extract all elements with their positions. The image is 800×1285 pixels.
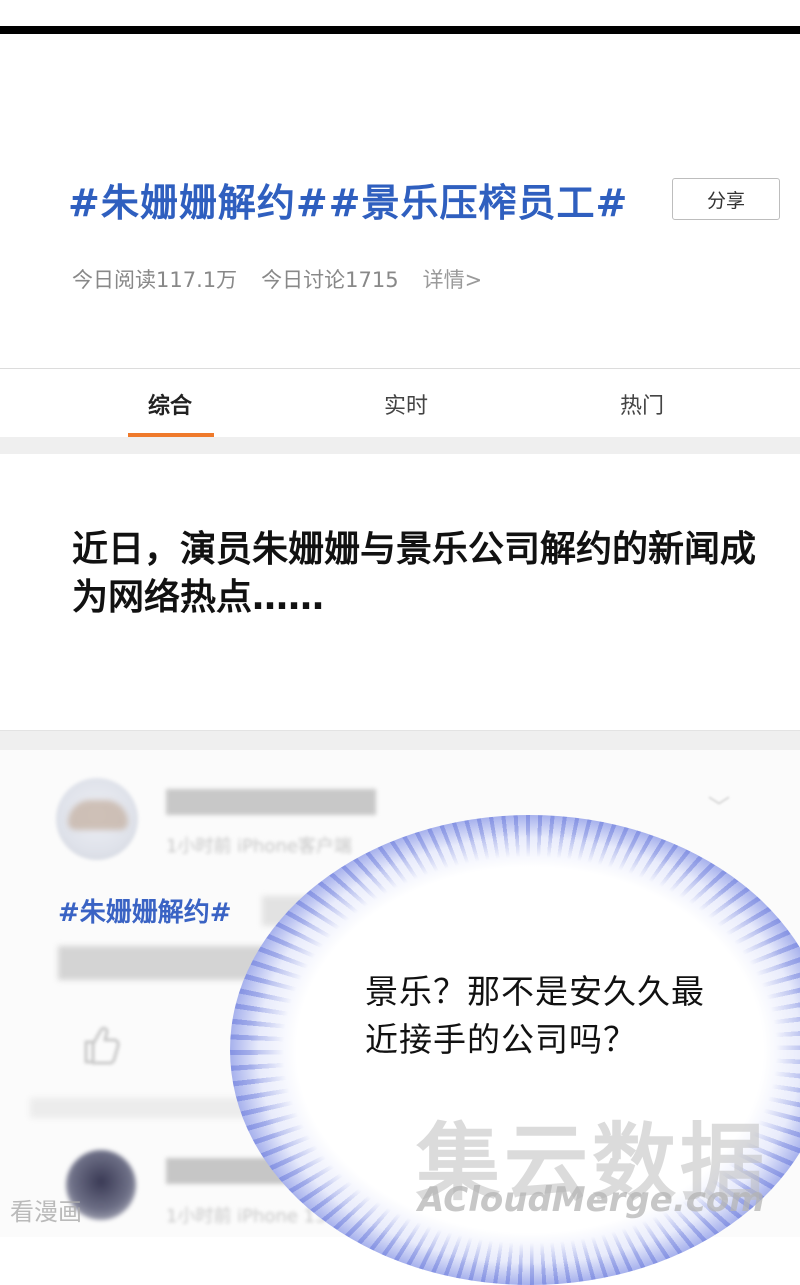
thumbs-up-icon[interactable] (80, 1022, 120, 1066)
avatar-image (68, 800, 128, 830)
watermark-site: 看漫画 (10, 1198, 82, 1226)
share-button[interactable]: 分享 (672, 178, 780, 220)
section-separator (0, 730, 800, 751)
speech-bubble-text: 景乐？那不是安久久最近接手的公司吗？ (365, 972, 705, 1059)
tab-realtime[interactable]: 实时 (336, 388, 476, 420)
top-black-bar (0, 26, 800, 34)
section-separator (0, 437, 800, 454)
discussion-count: 今日讨论1715 (261, 268, 399, 292)
reads-count: 今日阅读117.1万 (72, 268, 238, 292)
post-meta: 1小时前 iPhone 13 (166, 1206, 327, 1227)
tab-hot[interactable]: 热门 (572, 388, 712, 420)
watermark-url: ACloudMerge.com (418, 1180, 765, 1220)
narration-caption: 近日，演员朱姗姗与景乐公司解约的新闻成为网络热点…… (72, 529, 757, 618)
topic-title[interactable]: #朱姗姗解约##景乐压榨员工# (68, 172, 628, 227)
tab-comprehensive[interactable]: 综合 (100, 388, 240, 420)
post-hashtag[interactable]: #朱姗姗解约# (58, 892, 232, 929)
tabs-divider (0, 368, 800, 369)
topic-stats: 今日阅读117.1万 今日讨论1715 详情> (72, 264, 482, 294)
chevron-down-icon[interactable]: ﹀ (708, 790, 730, 822)
detail-link[interactable]: 详情> (423, 264, 483, 294)
blurred-username (166, 789, 376, 815)
